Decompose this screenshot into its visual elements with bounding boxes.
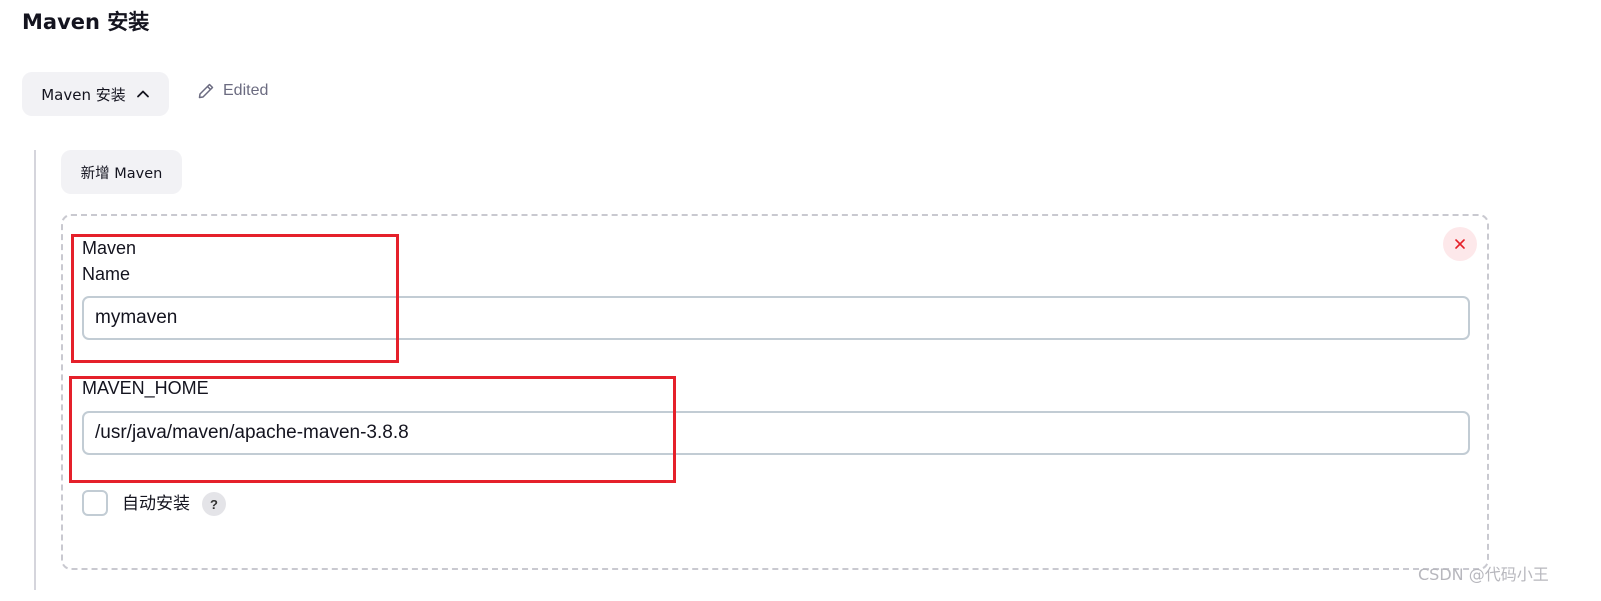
toggle-button-label: Maven 安装 <box>41 85 126 104</box>
add-maven-button[interactable]: 新增 Maven <box>61 150 182 194</box>
maven-name-label: Maven Name <box>82 238 137 284</box>
maven-home-input[interactable] <box>82 411 1470 455</box>
close-icon <box>1454 238 1466 250</box>
maven-installation-card <box>61 214 1489 570</box>
auto-install-label: 自动安装 <box>122 494 190 514</box>
chevron-up-icon <box>136 87 150 101</box>
nesting-divider <box>34 150 36 590</box>
help-icon[interactable]: ? <box>202 492 226 516</box>
maven-name-input[interactable] <box>82 296 1470 340</box>
auto-install-checkbox[interactable] <box>82 490 108 516</box>
maven-installations-page: Maven 安装 Maven 安装 Edited 新增 Maven Maven … <box>0 0 1601 601</box>
watermark: CSDN @代码小王 <box>1418 565 1549 584</box>
remove-installation-button[interactable] <box>1443 227 1477 261</box>
pencil-icon <box>197 82 215 100</box>
edited-indicator: Edited <box>197 82 268 100</box>
maven-home-label: MAVEN_HOME <box>82 378 209 398</box>
edited-label: Edited <box>223 82 269 99</box>
section-title: Maven 安装 <box>22 10 150 34</box>
maven-installations-toggle-button[interactable]: Maven 安装 <box>22 72 169 116</box>
